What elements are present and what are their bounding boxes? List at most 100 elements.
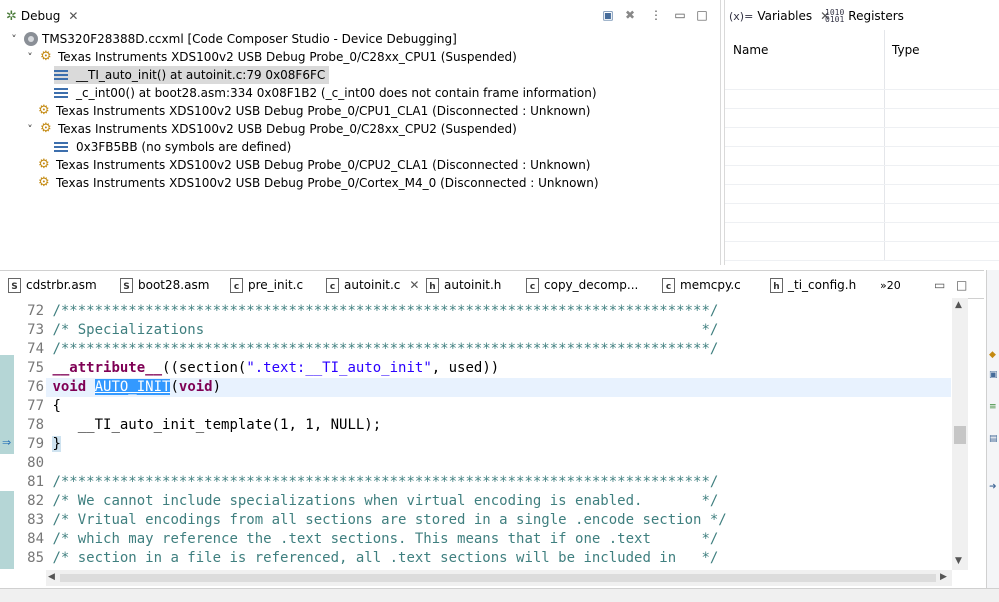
- column-header-type[interactable]: Type: [884, 30, 999, 70]
- code-text: /* We cannot include specializations whe…: [52, 493, 719, 509]
- line-number: 84: [27, 531, 44, 547]
- tab-label: memcpy.c: [680, 278, 741, 292]
- change-marker: [0, 491, 14, 569]
- thread-suspended-icon: ⚙: [40, 121, 52, 136]
- code-keyword: void: [178, 379, 213, 395]
- tab-ti-config-h[interactable]: h _ti_config.h: [770, 276, 856, 294]
- asm-file-icon: S: [120, 277, 133, 293]
- code-text: /***************************************…: [52, 341, 719, 357]
- code-line-72: 72 /************************************…: [18, 302, 718, 321]
- tree-label: Texas Instruments XDS100v2 USB Debug Pro…: [56, 104, 591, 118]
- line-number: 85: [27, 550, 44, 566]
- asm-file-icon: S: [8, 277, 21, 293]
- tab-memcpy-c[interactable]: c memcpy.c: [662, 276, 741, 294]
- code-line-84: 84 /* which may reference the .text sect…: [18, 530, 718, 549]
- tab-cdstrbr-asm[interactable]: S cdstrbr.asm: [8, 276, 97, 294]
- stack-frame-icon: [54, 140, 68, 154]
- tab-registers-label: Registers: [848, 9, 904, 23]
- outline-trim-stack: ◆ ▣ ≡ ▤ ➜: [986, 270, 999, 590]
- trim-icon[interactable]: ➜: [989, 482, 997, 492]
- code-line-73: 73 /* Specializations */: [18, 321, 718, 340]
- tree-frame-c-int00[interactable]: _c_int00() at boot28.asm:334 0x08F1B2 (_…: [54, 84, 597, 102]
- scrollbar-thumb[interactable]: [954, 426, 966, 444]
- tree-cpu1[interactable]: ˅ ⚙ Texas Instruments XDS100v2 USB Debug…: [24, 48, 517, 66]
- vertical-scrollbar[interactable]: ▲ ▼: [952, 298, 968, 570]
- tree-cpu2[interactable]: ˅ ⚙ Texas Instruments XDS100v2 USB Debug…: [24, 120, 517, 138]
- tab-copy-decomp[interactable]: c copy_decomp...: [526, 276, 638, 294]
- scroll-left-icon[interactable]: ◀: [48, 572, 55, 582]
- chevron-down-icon[interactable]: ˅: [24, 51, 36, 64]
- tree-label: TMS320F28388D.ccxml [Code Composer Studi…: [42, 32, 457, 46]
- variables-row: [725, 185, 999, 204]
- tab-overflow-button[interactable]: »20: [880, 276, 901, 294]
- tab-debug[interactable]: ✲ Debug ✕: [6, 4, 78, 28]
- minimize-icon[interactable]: ▭: [934, 276, 945, 294]
- trim-icon[interactable]: ▤: [989, 434, 998, 444]
- tree-frame-auto-init[interactable]: __TI_auto_init() at autoinit.c:79 0x08F6…: [54, 66, 330, 84]
- horizontal-scrollbar[interactable]: ◀ ▶: [46, 570, 952, 586]
- tab-label: copy_decomp...: [544, 278, 639, 292]
- variables-row: [725, 71, 999, 90]
- line-number: 73: [27, 322, 44, 338]
- trim-icon[interactable]: ≡: [989, 402, 997, 412]
- variables-row: [725, 147, 999, 166]
- code-text: /* section in a file is referenced, all …: [52, 550, 719, 566]
- h-file-icon: h: [770, 277, 783, 293]
- code-text: , used)): [431, 360, 500, 376]
- tree-frame-cpu2[interactable]: 0x3FB5BB (no symbols are defined): [54, 138, 291, 156]
- trim-icon[interactable]: ◆: [989, 350, 996, 360]
- debug-icon: ✲: [6, 8, 17, 24]
- tab-label: cdstrbr.asm: [26, 278, 97, 292]
- line-number: 77: [27, 398, 44, 414]
- code-text: ): [212, 379, 222, 395]
- view-menu-icon[interactable]: ⋮: [648, 7, 664, 23]
- tab-boot28-asm[interactable]: S boot28.asm: [120, 276, 209, 294]
- code-line-78: 78 __TI_auto_init_template(1, 1, NULL);: [18, 416, 381, 435]
- code-line-80: 80: [18, 454, 52, 473]
- minimize-icon[interactable]: ▭: [672, 7, 688, 23]
- remove-terminated-icon[interactable]: ✖: [622, 7, 638, 23]
- code-text: }: [52, 436, 61, 452]
- scroll-up-icon[interactable]: ▲: [955, 300, 962, 310]
- tree-cpu2-cla1[interactable]: ⚙ Texas Instruments XDS100v2 USB Debug P…: [38, 156, 590, 174]
- code-editor[interactable]: ⇒ 72 /**********************************…: [0, 298, 968, 570]
- close-icon[interactable]: ✕: [68, 9, 78, 23]
- maximize-icon[interactable]: □: [694, 7, 710, 23]
- line-number: 78: [27, 417, 44, 433]
- registers-icon: 1010 0101: [825, 8, 845, 24]
- tab-autoinit-h[interactable]: h autoinit.h: [426, 276, 501, 294]
- tree-cortex-m4[interactable]: ⚙ Texas Instruments XDS100v2 USB Debug P…: [38, 174, 599, 192]
- collapse-all-icon[interactable]: ▣: [600, 7, 616, 23]
- tab-variables[interactable]: (x)= Variables ✕: [729, 4, 830, 28]
- c-file-icon: c: [662, 277, 675, 293]
- tree-session[interactable]: ˅ TMS320F28388D.ccxml [Code Composer Stu…: [8, 30, 457, 48]
- code-line-82: 82 /* We cannot include specializations …: [18, 492, 718, 511]
- line-number: 75: [27, 360, 44, 376]
- code-text: __TI_auto_init_template(1, 1, NULL);: [52, 417, 382, 433]
- column-header-name[interactable]: Name: [725, 30, 884, 70]
- scroll-right-icon[interactable]: ▶: [940, 572, 947, 582]
- line-number: 81: [27, 474, 44, 490]
- code-text: ((section(: [162, 360, 247, 376]
- h-file-icon: h: [426, 277, 439, 293]
- chevron-down-icon[interactable]: ˅: [8, 33, 20, 46]
- code-line-74: 74 /************************************…: [18, 340, 718, 359]
- close-icon[interactable]: ✕: [409, 278, 419, 292]
- variables-row: [725, 109, 999, 128]
- tree-cpu1-cla1[interactable]: ⚙ Texas Instruments XDS100v2 USB Debug P…: [38, 102, 590, 120]
- scrollbar-thumb[interactable]: [60, 574, 936, 582]
- code-line-79: 79 }: [18, 435, 61, 454]
- tab-pre-init-c[interactable]: c pre_init.c: [230, 276, 303, 294]
- c-file-icon: c: [326, 277, 339, 293]
- session-icon: [24, 32, 38, 46]
- trim-icon[interactable]: ▣: [989, 370, 998, 380]
- tab-registers[interactable]: 1010 0101 Registers: [825, 4, 904, 28]
- scroll-down-icon[interactable]: ▼: [955, 556, 962, 566]
- code-text: /***************************************…: [52, 474, 719, 490]
- chevron-down-icon[interactable]: ˅: [24, 123, 36, 136]
- code-text: /* Vritual encodings from all sections a…: [52, 512, 727, 528]
- maximize-icon[interactable]: □: [956, 276, 967, 294]
- selected-identifier[interactable]: AUTO_INIT: [94, 379, 171, 395]
- code-text: /* Specializations */: [52, 322, 719, 338]
- tab-autoinit-c[interactable]: c autoinit.c ✕: [326, 276, 420, 294]
